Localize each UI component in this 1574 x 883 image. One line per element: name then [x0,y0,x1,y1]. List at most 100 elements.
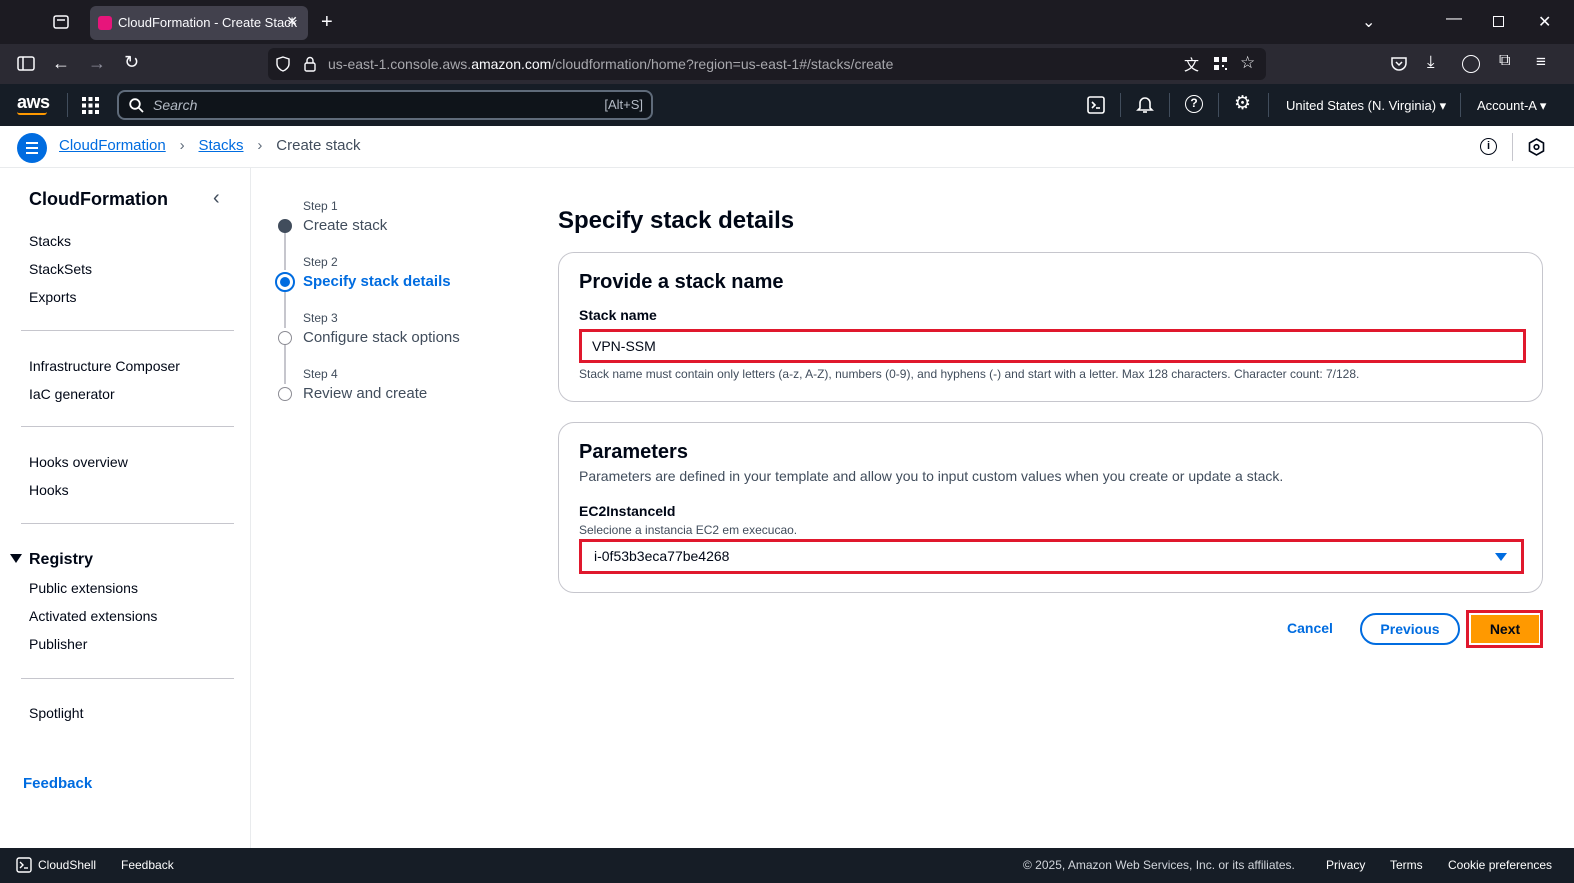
ec2-instance-id-value: i-0f53b3eca77be4268 [594,548,730,564]
aws-search-input[interactable]: Search [Alt+S] [117,90,653,120]
sidebar-divider [21,426,234,427]
extensions-icon[interactable]: ⧉ [1499,52,1510,70]
translate-icon[interactable]: 文 [1184,54,1199,75]
sidebar-item-iac-generator[interactable]: IaC generator [29,386,115,402]
url-text: us-east-1.console.aws.amazon.com/cloudfo… [328,56,894,72]
sidebar-item-infrastructure-composer[interactable]: Infrastructure Composer [29,358,180,374]
aws-logo[interactable]: aws [17,92,50,113]
collapse-sidebar-chevron-icon[interactable]: ‹ [213,187,220,210]
account-icon[interactable] [1462,55,1480,73]
stack-name-value: VPN-SSM [592,338,656,354]
sidebar-item-publisher[interactable]: Publisher [29,636,87,652]
url-bar[interactable]: us-east-1.console.aws.amazon.com/cloudfo… [268,48,1266,80]
breadcrumb-divider [1512,133,1513,161]
tab-title: CloudFormation - Create Stack [118,15,298,30]
sidebar-item-activated-extensions[interactable]: Activated extensions [29,608,157,624]
step-1-label: Step 1 [303,199,338,213]
breadcrumb-stacks-link[interactable]: Stacks [199,137,244,154]
footer-feedback-link[interactable]: Feedback [121,858,174,872]
hexagon-settings-icon[interactable] [1528,138,1545,156]
side-navigation: CloudFormation ‹ Stacks StackSets Export… [0,168,251,848]
help-icon[interactable]: ? [1185,95,1203,113]
breadcrumb-bar: CloudFormation › Stacks › Create stack i [0,126,1574,168]
qr-code-icon[interactable] [1213,56,1228,71]
breadcrumb: CloudFormation › Stacks › Create stack [59,137,361,154]
sidebar-item-stacksets[interactable]: StackSets [29,261,92,277]
stack-name-heading: Provide a stack name [579,271,784,293]
step-3-label: Step 3 [303,311,338,325]
sidebar-item-spotlight[interactable]: Spotlight [29,705,83,721]
parameters-heading: Parameters [579,441,688,463]
parameters-container: Parameters Parameters are defined in you… [558,422,1543,593]
tab-overflow-chevron-icon[interactable]: ⌄ [1362,12,1375,32]
registry-expand-caret-icon[interactable] [10,554,22,563]
browser-tab[interactable]: CloudFormation - Create Stack ✕ [90,6,308,40]
header-divider [1218,93,1219,117]
search-shortcut: [Alt+S] [604,97,643,112]
maximize-icon[interactable] [1493,16,1504,27]
sidebar-item-stacks[interactable]: Stacks [29,233,71,249]
footer-copyright: © 2025, Amazon Web Services, Inc. or its… [1023,858,1295,872]
window-close-icon[interactable]: ✕ [1538,12,1551,32]
sidebar-section-registry[interactable]: Registry [29,551,93,569]
sidebar-divider [21,330,234,331]
header-divider [1460,93,1461,117]
cancel-button[interactable]: Cancel [1287,620,1333,636]
lock-icon[interactable] [304,56,316,72]
menu-icon[interactable]: ≡ [1536,52,1546,72]
next-button[interactable]: Next [1471,615,1539,643]
shield-icon[interactable] [276,56,290,72]
tab-close-icon[interactable]: ✕ [286,13,298,30]
account-selector[interactable]: Account-A ▾ [1477,98,1546,114]
aws-logo-smile-icon [17,112,47,115]
header-divider [1268,93,1269,117]
info-icon[interactable]: i [1480,138,1497,155]
cloudshell-icon[interactable] [1087,96,1105,114]
tab-list-icon[interactable] [52,13,70,31]
breadcrumb-current: Create stack [276,137,361,154]
sidebar-item-hooks-overview[interactable]: Hooks overview [29,454,128,470]
stack-name-hint: Stack name must contain only letters (a-… [579,367,1360,381]
previous-button[interactable]: Previous [1360,613,1460,645]
cloudshell-footer-icon [16,857,32,873]
sidebar-toggle-icon[interactable] [17,56,35,72]
step-1-name[interactable]: Create stack [303,217,387,234]
search-placeholder: Search [153,97,198,113]
bookmark-star-icon[interactable]: ☆ [1240,53,1255,73]
region-selector[interactable]: United States (N. Virginia) ▾ [1286,98,1446,114]
caret-down-icon [1495,553,1507,561]
ec2-instance-id-label: EC2InstanceId [579,503,676,519]
sidebar-item-exports[interactable]: Exports [29,289,76,305]
ec2-instance-id-select[interactable]: i-0f53b3eca77be4268 [579,539,1524,574]
stack-name-container: Provide a stack name Stack name VPN-SSM … [558,252,1543,402]
sidebar-item-hooks[interactable]: Hooks [29,482,69,498]
step-3-name: Configure stack options [303,329,460,346]
settings-gear-icon[interactable]: ⚙ [1234,92,1251,115]
browser-tab-bar: CloudFormation - Create Stack ✕ + ⌄ — ✕ [0,0,1574,44]
reload-icon[interactable]: ↻ [124,52,139,73]
step-connector [284,344,286,384]
footer-cloudshell-link[interactable]: CloudShell [38,858,96,872]
sidebar-divider [21,523,234,524]
sidebar-title[interactable]: CloudFormation [29,189,168,210]
pocket-icon[interactable] [1391,56,1407,71]
stack-name-input[interactable]: VPN-SSM [579,329,1526,363]
header-divider [1120,93,1121,117]
nav-menu-button[interactable] [17,133,47,163]
footer-cookie-preferences-link[interactable]: Cookie preferences [1448,858,1552,872]
footer-privacy-link[interactable]: Privacy [1326,858,1365,872]
forward-icon[interactable]: → [88,53,106,74]
download-icon[interactable]: ⤓ [1427,52,1435,72]
new-tab-icon[interactable]: + [321,11,333,34]
browser-nav-bar: ← → ↻ us-east-1.console.aws.amazon.com/c… [0,44,1574,84]
sidebar-feedback-link[interactable]: Feedback [23,775,92,792]
step-1-completed-icon [278,219,292,233]
notifications-bell-icon[interactable] [1136,95,1154,114]
back-icon[interactable]: ← [52,53,70,74]
breadcrumb-cloudformation-link[interactable]: CloudFormation [59,137,166,154]
minimize-icon[interactable]: — [1446,10,1462,28]
footer-terms-link[interactable]: Terms [1390,858,1423,872]
step-connector [284,232,286,270]
services-grid-icon[interactable] [82,97,99,114]
sidebar-item-public-extensions[interactable]: Public extensions [29,580,138,596]
